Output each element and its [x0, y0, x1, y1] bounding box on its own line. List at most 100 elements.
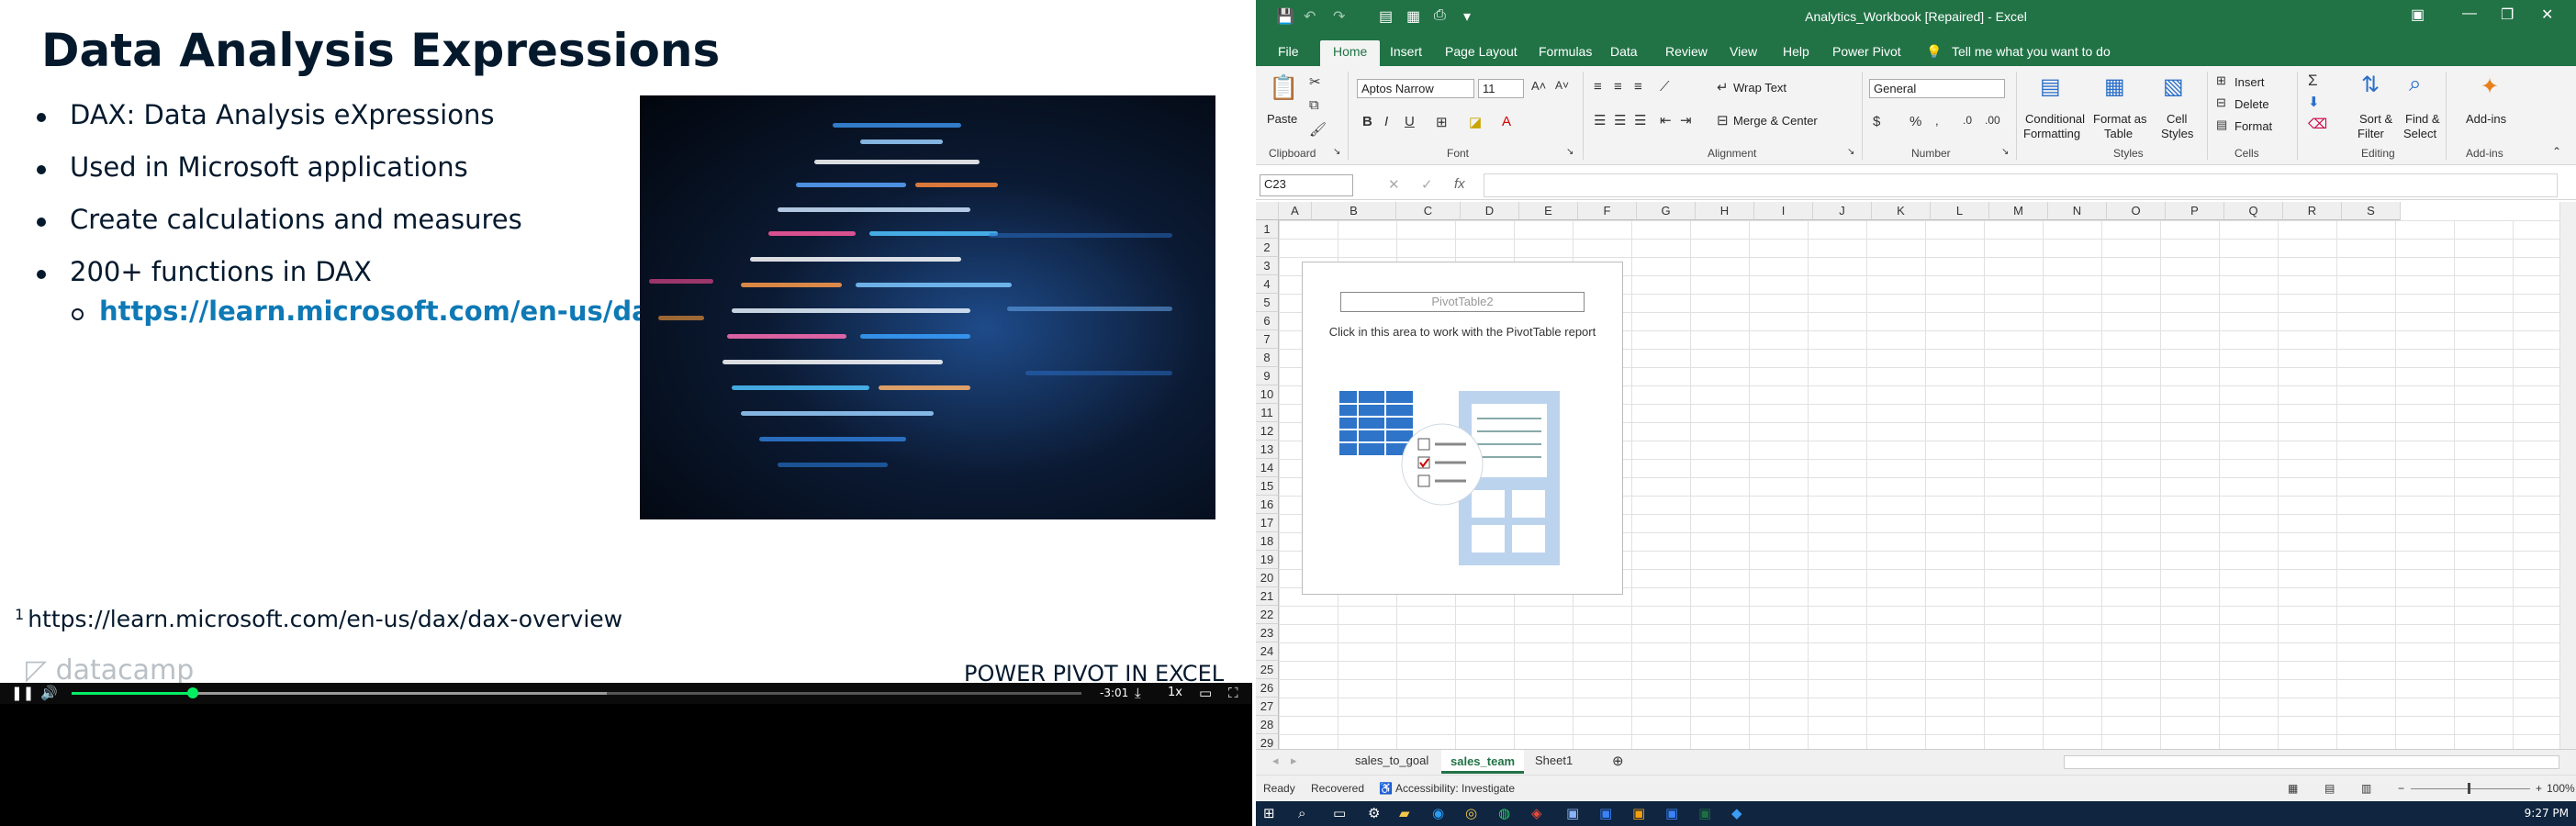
row-header[interactable]: 5	[1256, 294, 1279, 312]
cell-styles-icon[interactable]: ▧	[2163, 73, 2184, 100]
zoom-handle[interactable]	[2468, 783, 2470, 794]
page-layout-view-icon[interactable]: ▤	[2324, 782, 2335, 795]
collapse-ribbon-icon[interactable]: ⌃	[2552, 145, 2561, 158]
row-header[interactable]: 20	[1256, 569, 1279, 587]
sheet-tab-active[interactable]: sales_team	[1441, 750, 1525, 774]
page-break-view-icon[interactable]: ▥	[2361, 782, 2371, 795]
row-header[interactable]: 11	[1256, 404, 1279, 422]
tab-help[interactable]: Help	[1783, 44, 1809, 59]
align-middle-icon[interactable]: ≡	[1614, 79, 1622, 95]
whatsapp-icon[interactable]: ◍	[1498, 805, 1510, 821]
find-select-label[interactable]: Find &	[2405, 112, 2440, 126]
column-header[interactable]: S	[2342, 202, 2401, 220]
vertical-scrollbar[interactable]	[2559, 202, 2576, 749]
italic-icon[interactable]: I	[1384, 114, 1388, 129]
vscode-icon[interactable]: ◆	[1731, 805, 1742, 821]
column-header[interactable]: H	[1696, 202, 1754, 220]
copy-icon[interactable]: ⧉	[1309, 97, 1319, 113]
select-all-corner[interactable]	[1256, 202, 1279, 220]
tab-data[interactable]: Data	[1610, 44, 1638, 59]
row-header[interactable]: 25	[1256, 661, 1279, 679]
row-header[interactable]: 2	[1256, 239, 1279, 257]
row-header[interactable]: 6	[1256, 312, 1279, 330]
format-as-table-label-2[interactable]: Table	[2104, 127, 2133, 140]
find-select-icon[interactable]: ⌕	[2409, 72, 2421, 97]
column-header[interactable]: L	[1931, 202, 1989, 220]
search-icon[interactable]: ⌕	[1298, 805, 1305, 821]
app-icon[interactable]: ▣	[1566, 805, 1579, 821]
row-header[interactable]: 14	[1256, 459, 1279, 477]
insert-cells-button[interactable]: Insert	[2234, 75, 2265, 89]
column-header[interactable]: R	[2283, 202, 2342, 220]
cancel-icon[interactable]: ✕	[1388, 176, 1400, 193]
column-header[interactable]: A	[1279, 202, 1312, 220]
row-header[interactable]: 18	[1256, 532, 1279, 551]
find-select-label-2[interactable]: Select	[2403, 127, 2436, 140]
next-sheet-icon[interactable]: ▸	[1291, 753, 1297, 768]
zoom-in-icon[interactable]: +	[2536, 782, 2542, 795]
tab-file[interactable]: File	[1278, 44, 1299, 59]
font-color-icon[interactable]: A	[1502, 114, 1511, 129]
row-header[interactable]: 24	[1256, 642, 1279, 661]
status-accessibility[interactable]: Accessibility: Investigate	[1395, 782, 1515, 795]
comma-icon[interactable]: ,	[1935, 114, 1939, 128]
merge-icon[interactable]: ⊟	[1717, 112, 1729, 128]
pivottable-placeholder[interactable]: PivotTable2 Click in this area to work w…	[1302, 262, 1623, 595]
row-header[interactable]: 16	[1256, 496, 1279, 514]
align-bottom-icon[interactable]: ≡	[1634, 79, 1642, 95]
dialog-launcher-icon[interactable]: ↘	[2001, 147, 2009, 157]
row-header[interactable]: 4	[1256, 275, 1279, 294]
column-header[interactable]: B	[1312, 202, 1396, 220]
app-icon[interactable]: ▣	[1665, 805, 1678, 821]
tab-home[interactable]: Home	[1320, 40, 1381, 66]
tell-me-search[interactable]: Tell me what you want to do	[1952, 44, 2111, 59]
row-header[interactable]: 3	[1256, 257, 1279, 275]
increase-indent-icon[interactable]: ⇥	[1680, 112, 1692, 128]
column-header[interactable]: Q	[2224, 202, 2283, 220]
footnote-url[interactable]: https://learn.microsoft.com/en-us/dax/da…	[28, 606, 622, 632]
orientation-icon[interactable]: ⟋	[1660, 79, 1670, 95]
edge-icon[interactable]: ◉	[1432, 805, 1444, 821]
dialog-launcher-icon[interactable]: ↘	[1566, 147, 1574, 157]
zoom-slider[interactable]	[2411, 788, 2530, 789]
row-header[interactable]: 23	[1256, 624, 1279, 642]
captions-icon[interactable]: ▭	[1199, 685, 1212, 701]
paste-icon[interactable]: 📋	[1269, 73, 1298, 102]
autosum-icon[interactable]: Σ	[2308, 72, 2318, 90]
format-cells-button[interactable]: Format	[2234, 119, 2272, 133]
font-size-box[interactable]: 11	[1478, 79, 1524, 98]
app-icon[interactable]: ▣	[1599, 805, 1612, 821]
download-icon[interactable]: ⤓	[1135, 685, 1141, 701]
speed-button[interactable]: 1x	[1168, 686, 1182, 699]
row-header[interactable]: 27	[1256, 698, 1279, 716]
dax-docs-link[interactable]: https://learn.microsoft.com/en-us/dax/	[72, 296, 677, 327]
increase-decimal-icon[interactable]: .0	[1963, 114, 1972, 127]
row-header[interactable]: 15	[1256, 477, 1279, 496]
normal-view-icon[interactable]: ▦	[2288, 782, 2298, 795]
column-header[interactable]: M	[1989, 202, 2048, 220]
cell-styles-label-2[interactable]: Styles	[2161, 127, 2193, 140]
clear-icon[interactable]: ⌫	[2308, 116, 2327, 132]
zoom-level[interactable]: 100%	[2547, 782, 2575, 795]
prev-sheet-icon[interactable]: ◂	[1272, 753, 1279, 768]
sheet-tab[interactable]: Sheet1	[1535, 753, 1573, 767]
currency-icon[interactable]: $	[1873, 114, 1880, 129]
name-box[interactable]: C23	[1260, 174, 1353, 196]
tab-power-pivot[interactable]: Power Pivot	[1832, 44, 1901, 59]
merge-center-button[interactable]: Merge & Center	[1733, 114, 1818, 128]
row-header[interactable]: 9	[1256, 367, 1279, 385]
sort-filter-icon[interactable]: ⇅	[2361, 72, 2380, 98]
format-as-table-label[interactable]: Format as	[2093, 112, 2147, 126]
horizontal-scrollbar[interactable]	[2064, 755, 2559, 769]
column-header[interactable]: I	[1754, 202, 1813, 220]
decrease-font-icon[interactable]: A˅	[1555, 79, 1569, 92]
format-painter-icon[interactable]: 🖌	[1309, 121, 1327, 138]
row-header[interactable]: 12	[1256, 422, 1279, 441]
conditional-formatting-label-2[interactable]: Formatting	[2023, 127, 2080, 140]
align-right-icon[interactable]: ☰	[1634, 112, 1646, 128]
dialog-launcher-icon[interactable]: ↘	[1847, 147, 1854, 157]
increase-font-icon[interactable]: A˄	[1531, 79, 1546, 93]
minimize-icon[interactable]: —	[2462, 6, 2477, 22]
row-header[interactable]: 8	[1256, 349, 1279, 367]
progress-handle[interactable]	[187, 687, 198, 698]
